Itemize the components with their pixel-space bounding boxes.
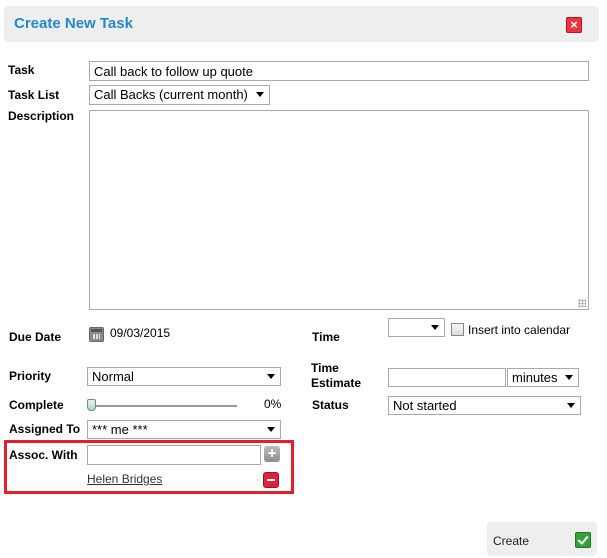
assigned-to-select-value: *** me *** xyxy=(92,422,148,437)
assoc-with-input[interactable] xyxy=(87,445,261,465)
time-estimate-input[interactable] xyxy=(388,368,506,387)
remove-icon[interactable] xyxy=(263,472,279,488)
description-textarea[interactable] xyxy=(89,110,589,310)
due-date-value[interactable]: 09/03/2015 xyxy=(110,326,170,340)
time-estimate-unit-value: minutes xyxy=(512,370,558,385)
chevron-down-icon xyxy=(256,92,264,97)
chevron-down-icon xyxy=(267,374,275,379)
time-select[interactable] xyxy=(388,318,445,337)
status-select-value: Not started xyxy=(393,398,457,413)
task-input[interactable]: Call back to follow up quote xyxy=(89,61,589,81)
time-label: Time xyxy=(312,330,340,344)
create-button-label[interactable]: Create xyxy=(493,534,529,548)
priority-label: Priority xyxy=(9,369,52,383)
task-label: Task xyxy=(8,63,35,77)
assigned-to-label: Assigned To xyxy=(9,422,81,436)
dialog-title: Create New Task xyxy=(14,15,133,32)
complete-label: Complete xyxy=(9,398,64,412)
checkmark-icon[interactable] xyxy=(575,532,591,548)
status-label: Status xyxy=(312,398,349,412)
complete-slider-track[interactable] xyxy=(91,405,237,407)
chevron-down-icon xyxy=(267,427,275,432)
resize-grip-icon[interactable] xyxy=(578,299,586,307)
task-list-select[interactable]: Call Backs (current month) xyxy=(89,85,270,105)
description-label: Description xyxy=(8,109,75,123)
priority-select-value: Normal xyxy=(92,369,134,384)
assoc-with-label: Assoc. With xyxy=(9,448,78,462)
close-icon[interactable]: × xyxy=(566,17,582,33)
add-icon[interactable]: + xyxy=(264,446,280,462)
insert-into-calendar-label: Insert into calendar xyxy=(468,323,571,337)
time-estimate-label-line1: Time xyxy=(311,361,339,375)
time-estimate-unit-select[interactable]: minutes xyxy=(507,368,579,387)
task-list-label: Task List xyxy=(8,88,60,102)
chevron-down-icon xyxy=(565,375,573,380)
priority-select[interactable]: Normal xyxy=(87,367,281,386)
assoc-contact-link[interactable]: Helen Bridges xyxy=(87,472,162,486)
task-list-select-value: Call Backs (current month) xyxy=(94,87,248,102)
status-select[interactable]: Not started xyxy=(388,396,581,415)
insert-into-calendar-checkbox[interactable] xyxy=(451,323,464,336)
complete-slider-handle[interactable] xyxy=(87,399,96,411)
assigned-to-select[interactable]: *** me *** xyxy=(87,420,281,439)
calendar-icon[interactable] xyxy=(89,327,104,342)
due-date-label: Due Date xyxy=(9,330,62,344)
complete-percent: 0% xyxy=(264,397,282,411)
time-estimate-label-line2: Estimate xyxy=(311,376,362,390)
chevron-down-icon xyxy=(567,403,575,408)
chevron-down-icon xyxy=(431,325,439,330)
